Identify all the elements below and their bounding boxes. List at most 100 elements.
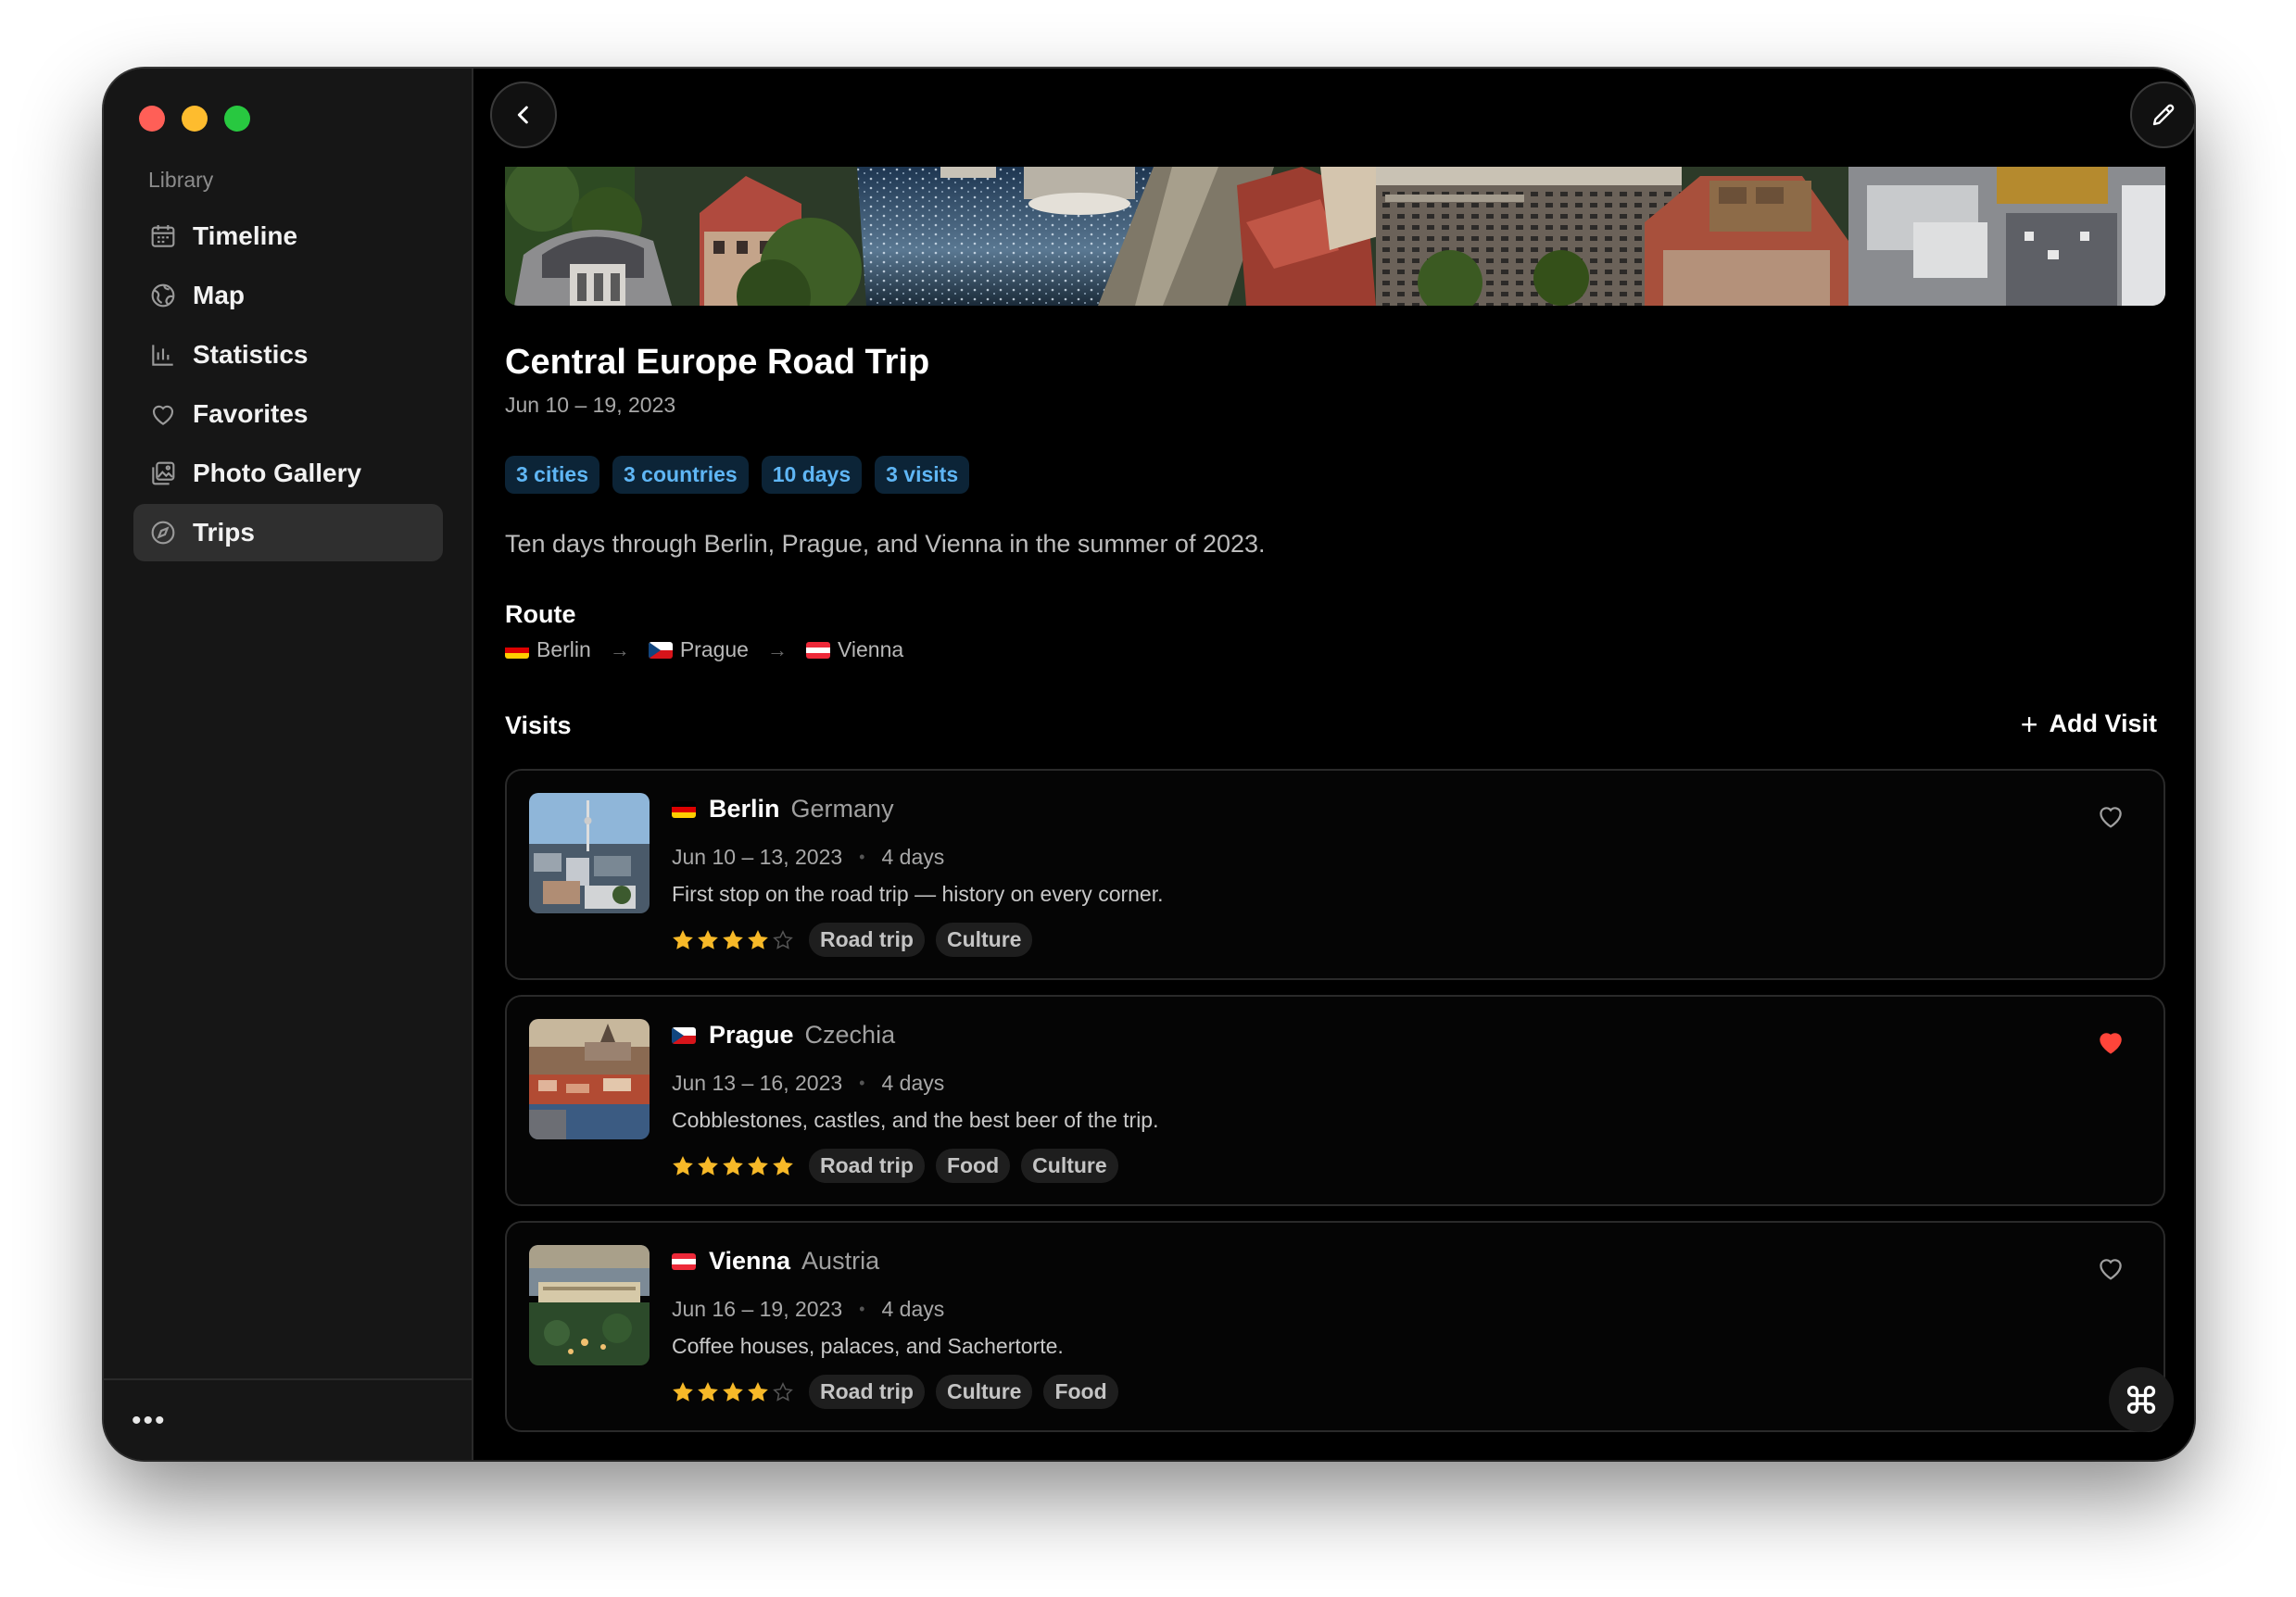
sidebar-footer: ••• bbox=[104, 1378, 472, 1460]
compass-icon bbox=[151, 521, 175, 545]
close-window-button[interactable] bbox=[139, 106, 165, 132]
tag: Road trip bbox=[809, 923, 925, 957]
visit-thumbnail bbox=[529, 1019, 650, 1139]
more-options-button[interactable]: ••• bbox=[132, 1407, 167, 1435]
favorite-heart-icon[interactable] bbox=[2095, 1026, 2126, 1058]
command-icon bbox=[2126, 1385, 2156, 1415]
sidebar: Library Timeline Map Statistics Favorite… bbox=[104, 69, 473, 1460]
visit-meta: Jun 10 – 13, 2023 • 4 days bbox=[672, 845, 944, 870]
star-filled-icon bbox=[773, 1155, 793, 1176]
visit-dates: Jun 10 – 13, 2023 bbox=[672, 845, 843, 869]
visit-thumbnail bbox=[529, 1245, 650, 1365]
tag: Food bbox=[1043, 1375, 1118, 1409]
countries-count-chip: 3 countries bbox=[612, 456, 749, 494]
plus-icon: + bbox=[2020, 707, 2038, 741]
visit-note: Cobblestones, castles, and the best beer… bbox=[672, 1108, 1159, 1132]
cities-count-chip: 3 cities bbox=[505, 456, 599, 494]
days-count-chip: 10 days bbox=[761, 456, 863, 494]
visit-duration: 4 days bbox=[881, 1297, 945, 1321]
sidebar-item-label: Map bbox=[193, 281, 245, 309]
star-filled-icon bbox=[673, 929, 693, 949]
favorite-heart-icon[interactable] bbox=[2095, 800, 2126, 832]
trip-dates: Jun 10 – 19, 2023 bbox=[505, 393, 676, 417]
command-menu-button[interactable] bbox=[2109, 1367, 2174, 1432]
route-heading: Route bbox=[505, 600, 576, 628]
route-stop: Vienna bbox=[837, 637, 904, 661]
zoom-window-button[interactable] bbox=[224, 106, 250, 132]
sidebar-item-timeline[interactable]: Timeline bbox=[133, 207, 443, 265]
sidebar-item-label: Timeline bbox=[193, 221, 298, 250]
add-visit-button[interactable]: + Add Visit bbox=[2020, 707, 2157, 741]
star-filled-icon bbox=[723, 1381, 743, 1402]
austria-flag-icon bbox=[672, 1252, 696, 1270]
trip-cover-photo bbox=[505, 167, 2165, 306]
visit-meta: Jun 13 – 16, 2023 • 4 days bbox=[672, 1071, 944, 1096]
sidebar-item-label: Favorites bbox=[193, 399, 309, 428]
visit-duration: 4 days bbox=[881, 845, 945, 869]
edit-button[interactable] bbox=[2130, 82, 2194, 148]
star-filled-icon bbox=[673, 1381, 693, 1402]
sidebar-item-label: Trips bbox=[193, 518, 255, 547]
tag: Culture bbox=[935, 1375, 1033, 1409]
germany-flag-icon bbox=[505, 641, 529, 659]
visit-note: First stop on the road trip — history on… bbox=[672, 882, 1164, 906]
star-filled-icon bbox=[748, 929, 768, 949]
trip-stats: 3 cities 3 countries 10 days 3 visits bbox=[505, 456, 970, 494]
sidebar-item-statistics[interactable]: Statistics bbox=[133, 326, 443, 384]
route: Berlin → Prague → Vienna bbox=[505, 637, 903, 662]
favorite-heart-icon[interactable] bbox=[2095, 1252, 2126, 1284]
sidebar-section-label: Library bbox=[148, 168, 214, 192]
bar-chart-icon bbox=[152, 345, 173, 366]
trip-detail: Central Europe Road Trip Jun 10 – 19, 20… bbox=[475, 69, 2194, 1460]
tag: Food bbox=[935, 1149, 1011, 1183]
app-window: Library Timeline Map Statistics Favorite… bbox=[104, 69, 2194, 1460]
star-rating bbox=[672, 929, 794, 951]
visit-dates: Jun 16 – 19, 2023 bbox=[672, 1297, 843, 1321]
visit-header: Prague Czechia bbox=[672, 1021, 895, 1050]
sidebar-item-photo-gallery[interactable]: Photo Gallery bbox=[133, 445, 443, 502]
tag: Culture bbox=[1021, 1149, 1118, 1183]
visit-header: Berlin Germany bbox=[672, 795, 894, 824]
globe-icon bbox=[151, 283, 175, 308]
minimize-window-button[interactable] bbox=[182, 106, 208, 132]
chevron-left-icon bbox=[517, 106, 528, 124]
window-controls bbox=[139, 106, 250, 132]
separator-dot: • bbox=[859, 1074, 865, 1092]
czechia-flag-icon bbox=[648, 641, 673, 659]
trip-description: Ten days through Berlin, Prague, and Vie… bbox=[505, 530, 1266, 558]
star-filled-icon bbox=[698, 1381, 718, 1402]
star-filled-icon bbox=[673, 1155, 693, 1176]
visit-city: Prague bbox=[709, 1021, 794, 1049]
sidebar-item-trips[interactable]: Trips bbox=[133, 504, 443, 561]
separator-dot: • bbox=[859, 848, 865, 866]
add-visit-label: Add Visit bbox=[2049, 710, 2157, 737]
visit-thumbnail bbox=[529, 793, 650, 913]
visit-card-vienna[interactable]: Vienna Austria Jun 16 – 19, 2023 • 4 day… bbox=[505, 1221, 2165, 1432]
visit-footer: Road trip Culture Food bbox=[672, 1375, 1118, 1409]
germany-flag-icon bbox=[672, 800, 696, 818]
sidebar-item-label: Statistics bbox=[193, 340, 309, 369]
visit-city: Vienna bbox=[709, 1247, 791, 1275]
star-filled-icon bbox=[723, 1155, 743, 1176]
visit-duration: 4 days bbox=[881, 1071, 945, 1095]
back-button[interactable] bbox=[490, 82, 557, 148]
visit-card-berlin[interactable]: Berlin Germany Jun 10 – 13, 2023 • 4 day… bbox=[505, 769, 2165, 980]
visits-heading: Visits bbox=[505, 711, 572, 739]
austria-flag-icon bbox=[805, 641, 830, 659]
star-empty-icon bbox=[773, 929, 793, 949]
sidebar-item-map[interactable]: Map bbox=[133, 267, 443, 324]
separator-dot: • bbox=[859, 1300, 865, 1318]
sidebar-nav: Timeline Map Statistics Favorites Photo … bbox=[133, 207, 443, 563]
sidebar-item-label: Photo Gallery bbox=[193, 459, 362, 487]
visit-country: Austria bbox=[801, 1247, 880, 1275]
visit-country: Czechia bbox=[804, 1021, 896, 1049]
visit-city: Berlin bbox=[709, 795, 780, 823]
visit-card-prague[interactable]: Prague Czechia Jun 13 – 16, 2023 • 4 day… bbox=[505, 995, 2165, 1206]
photos-icon bbox=[152, 461, 175, 485]
pencil-icon bbox=[2152, 104, 2175, 126]
visit-note: Coffee houses, palaces, and Sachertorte. bbox=[672, 1334, 1064, 1358]
tag: Road trip bbox=[809, 1375, 925, 1409]
sidebar-item-favorites[interactable]: Favorites bbox=[133, 385, 443, 443]
star-filled-icon bbox=[698, 1155, 718, 1176]
czechia-flag-icon bbox=[672, 1026, 696, 1044]
